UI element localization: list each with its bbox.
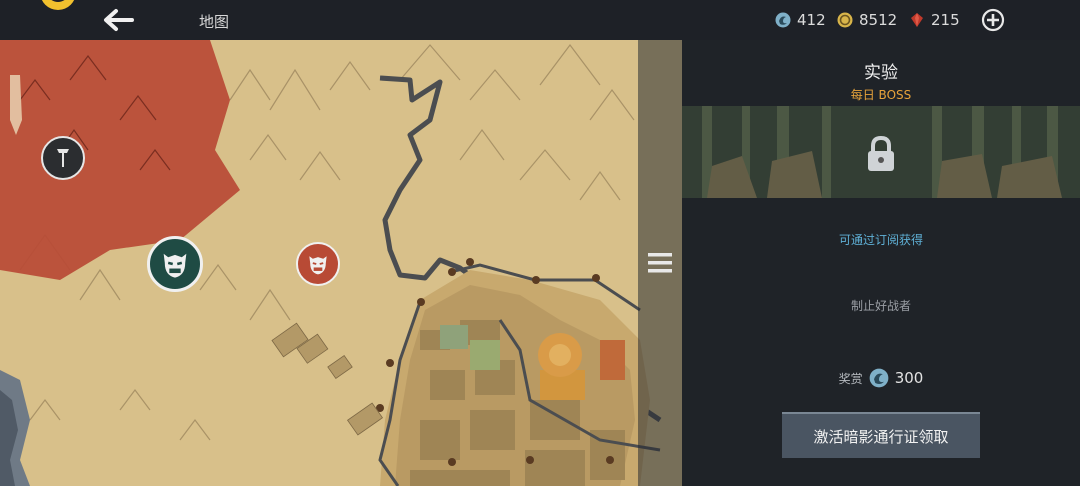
padlock-icon [868, 135, 894, 171]
swirl-orb-icon [869, 368, 889, 388]
oni-mask-icon [309, 256, 327, 275]
reward-row: 奖赏 300 [682, 368, 1080, 388]
smiley-logo-icon[interactable] [36, 0, 80, 18]
plus-circle-icon[interactable] [981, 8, 1005, 32]
oni-boss-marker-selected[interactable] [147, 236, 203, 292]
page-title: 地图 [199, 13, 230, 31]
back-arrow-icon[interactable] [100, 6, 136, 34]
reward-label: 奖赏 [838, 371, 863, 386]
gem-count: 215 [931, 11, 960, 29]
spirit-count: 412 [797, 11, 826, 29]
oni-mask-icon [163, 253, 187, 278]
locked-banner [682, 106, 1080, 198]
red-gem-icon [911, 13, 923, 27]
currency-spirit: 412 [775, 11, 826, 29]
boss-description: 制止好战者 [850, 299, 911, 313]
swirl-orb-icon [775, 12, 791, 28]
gate-icon [57, 149, 69, 167]
gold-coin-icon [837, 12, 853, 28]
currency-gold: 8512 [837, 11, 897, 29]
currency-gem: 215 [909, 11, 960, 29]
activate-pass-button[interactable]: 激活暗影通行证领取 [782, 412, 980, 458]
world-map[interactable] [0, 40, 682, 486]
hamburger-menu-icon[interactable] [646, 250, 674, 276]
top-bar: 地图 412 8512 215 [0, 0, 1080, 40]
map-terrain [0, 40, 682, 486]
boss-info-panel: 实验 每日 BOSS 可通过订阅获得 制止好战者 奖赏 300 激活暗影通行证领… [682, 40, 1080, 486]
panel-title: 实验 [864, 63, 898, 83]
subscription-link[interactable]: 可通过订阅获得 [682, 231, 1080, 248]
gold-count: 8512 [859, 11, 898, 29]
gate-marker[interactable] [41, 136, 85, 180]
reward-value: 300 [894, 369, 924, 387]
panel-subtitle: 每日 BOSS [850, 88, 912, 102]
oni-boss-marker[interactable] [296, 242, 340, 286]
